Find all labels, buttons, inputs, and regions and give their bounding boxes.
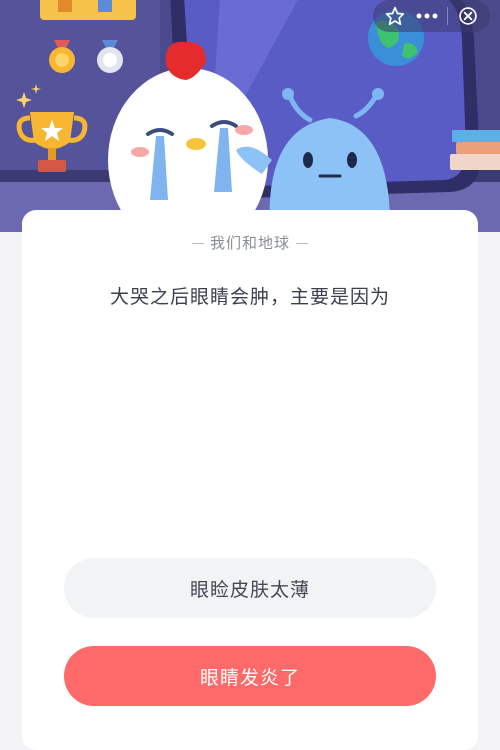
top-action-bar: [373, 0, 490, 32]
quiz-question: 大哭之后眼睛会肿，主要是因为: [109, 286, 390, 308]
close-icon[interactable]: [452, 0, 484, 32]
books-icon: [450, 130, 500, 170]
medal-plaque-icon: [40, 0, 136, 20]
category-dash-left: [191, 243, 204, 244]
more-dots-icon[interactable]: [411, 0, 443, 32]
quiz-category-label: 我们和地球: [209, 234, 290, 252]
category-dash-right: [296, 243, 308, 244]
answer-option-b[interactable]: 眼睛发炎了: [64, 646, 436, 706]
star-outline-icon[interactable]: [379, 0, 411, 32]
answer-option-a[interactable]: 眼睑皮肤太薄: [64, 558, 436, 618]
action-divider: [447, 7, 448, 25]
header-illustration: [0, 0, 500, 232]
quiz-card: 我们和地球 大哭之后眼睛会肿，主要是因为 眼睑皮肤太薄 眼睛发炎了: [22, 210, 478, 750]
quiz-category: 我们和地球: [22, 232, 478, 253]
